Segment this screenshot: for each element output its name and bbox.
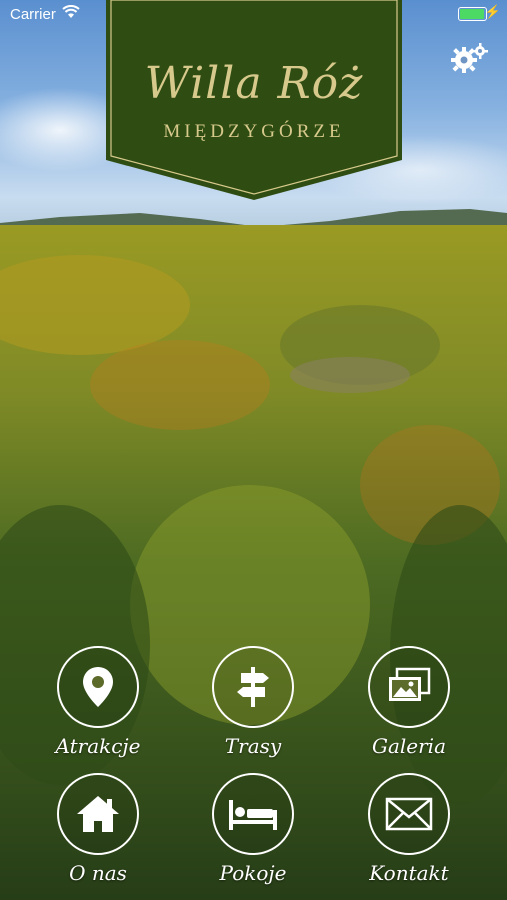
menu-label-trasy: Trasy — [224, 734, 282, 758]
menu-item-atrakcje[interactable]: Atrakcje — [38, 646, 158, 758]
menu-item-pokoje[interactable]: Pokoje — [193, 773, 313, 885]
menu-item-o-nas[interactable]: O nas — [38, 773, 158, 885]
menu-label-atrakcje: Atrakcje — [55, 734, 141, 758]
o-nas-circle[interactable] — [57, 773, 139, 855]
menu-label-kontakt: Kontakt — [369, 861, 449, 885]
app-subtitle: MIĘDZYGÓRZE — [163, 121, 345, 142]
bed-icon — [229, 800, 277, 830]
battery-icon — [458, 7, 487, 21]
envelope-icon — [385, 797, 433, 831]
kontakt-circle[interactable] — [368, 773, 450, 855]
atrakcje-circle[interactable] — [57, 646, 139, 728]
home-screen: Carrier 12:59 AM ⚡ Willa Róż MIĘDZYGÓRZE — [0, 0, 507, 900]
pokoje-circle[interactable] — [212, 773, 294, 855]
gear-icon[interactable] — [449, 40, 489, 80]
map-pin-icon — [83, 667, 113, 707]
menu-label-o-nas: O nas — [69, 861, 127, 885]
app-title: Willa Róż — [144, 58, 364, 109]
charging-icon: ⚡ — [484, 4, 501, 19]
menu-label-galeria: Galeria — [371, 734, 446, 758]
trasy-circle[interactable] — [212, 646, 294, 728]
signpost-icon — [237, 667, 269, 707]
gallery-icon — [389, 667, 431, 701]
menu-label-pokoje: Pokoje — [219, 861, 287, 885]
menu-item-galeria[interactable]: Galeria — [349, 646, 469, 758]
menu-item-trasy[interactable]: Trasy — [193, 646, 313, 758]
galeria-circle[interactable] — [368, 646, 450, 728]
menu-item-kontakt[interactable]: Kontakt — [349, 773, 469, 885]
home-icon — [77, 796, 119, 832]
